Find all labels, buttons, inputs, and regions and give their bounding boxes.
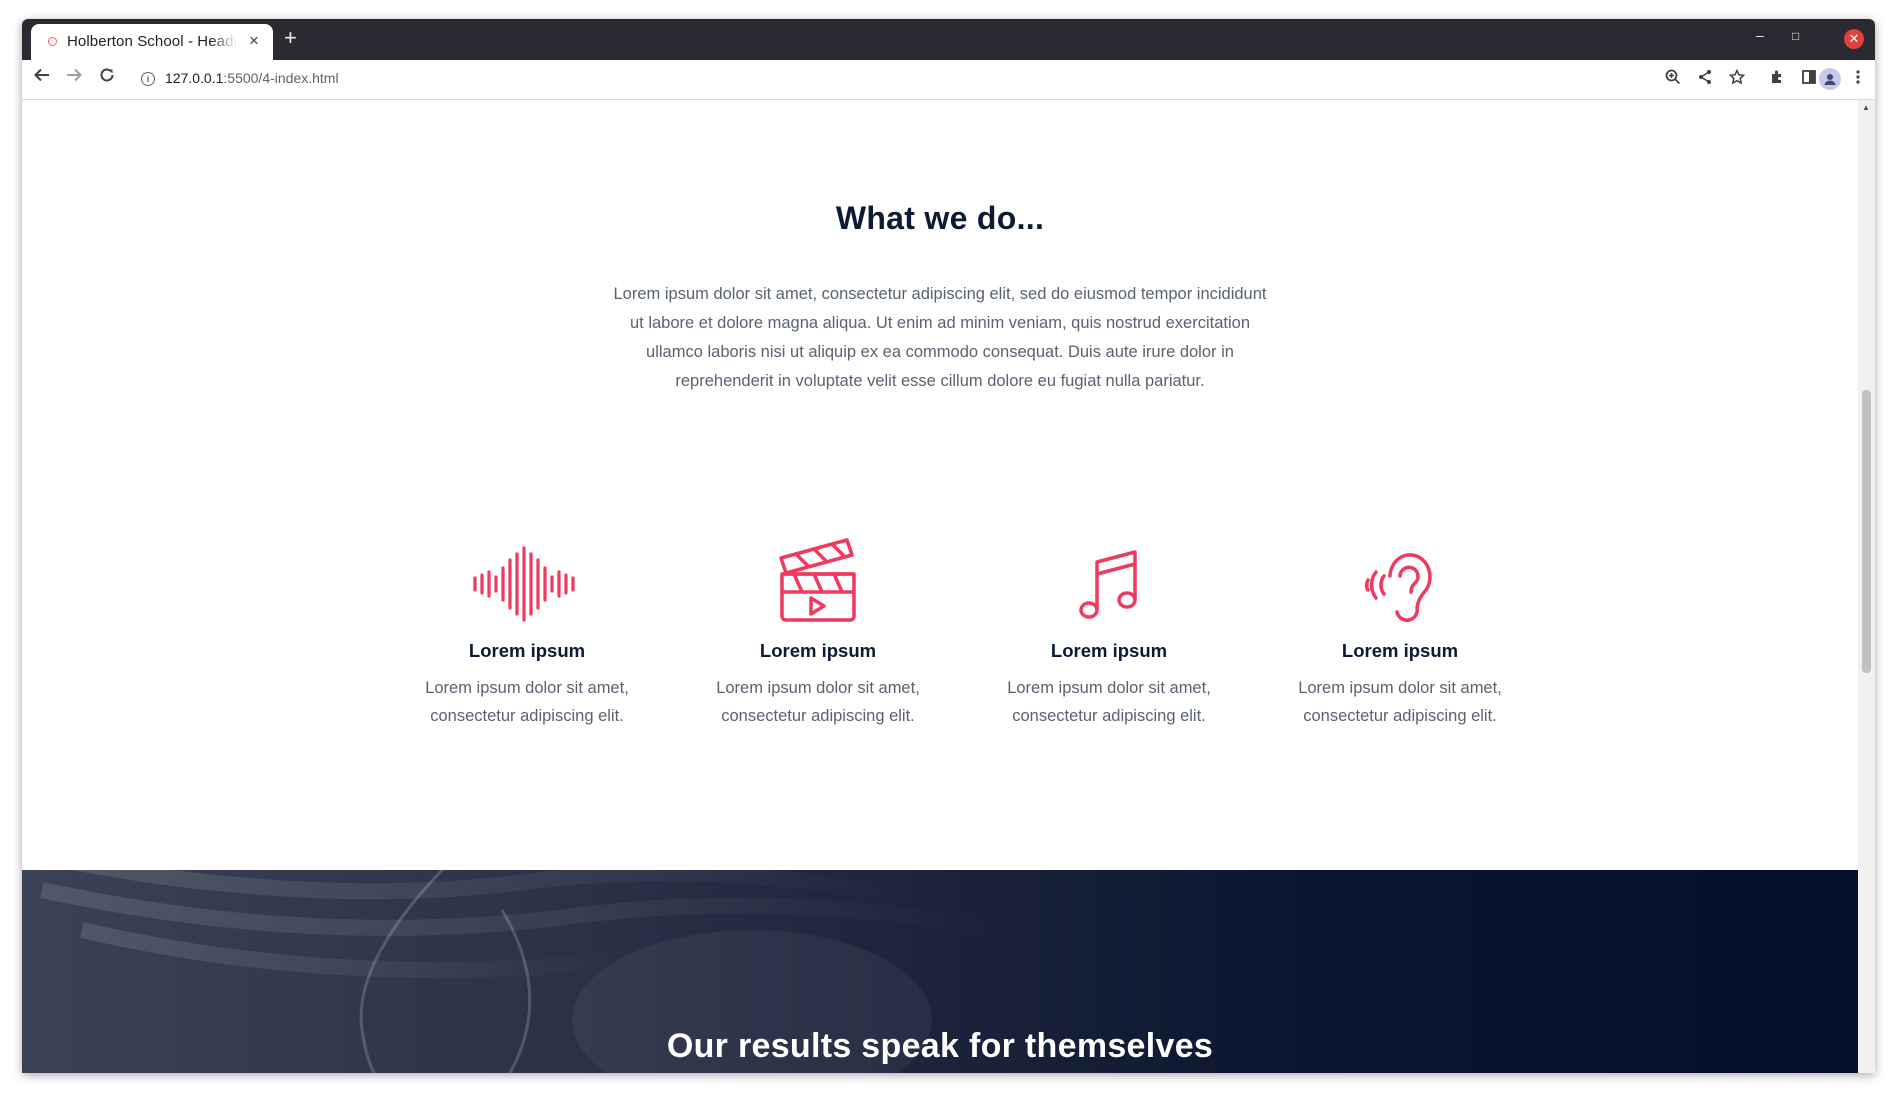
title-bar: Holberton School - Headphones × + – □ ✕: [22, 19, 1875, 60]
feature-card: Lorem ipsum Lorem ipsum dolor sit amet, …: [673, 538, 963, 730]
music-note-icon: [964, 540, 1254, 622]
zoom-icon[interactable]: [1665, 69, 1681, 90]
clapperboard-icon: [673, 538, 963, 622]
site-info-icon[interactable]: i: [141, 72, 155, 86]
tab-title: Holberton School - Headphones: [67, 33, 237, 50]
section-title: What we do...: [835, 200, 1045, 236]
minimize-button[interactable]: –: [1756, 27, 1764, 43]
favicon-icon: [48, 37, 57, 46]
forward-arrow-icon[interactable]: [65, 66, 83, 90]
browser-window: Holberton School - Headphones × + – □ ✕ …: [22, 19, 1875, 1073]
scroll-thumb[interactable]: [1862, 390, 1871, 673]
close-window-button[interactable]: ✕: [1844, 29, 1864, 49]
feature-text: Lorem ipsum dolor sit amet, consectetur …: [425, 679, 629, 725]
feature-text: Lorem ipsum dolor sit amet, consectetur …: [1007, 679, 1211, 725]
maximize-button[interactable]: □: [1792, 29, 1799, 43]
new-tab-button[interactable]: +: [284, 27, 297, 49]
profile-avatar-icon[interactable]: [1819, 68, 1841, 90]
results-title: Our results speak for themselves: [666, 1027, 1214, 1065]
feature-title: Lorem ipsum: [468, 640, 586, 661]
share-icon[interactable]: [1697, 69, 1713, 90]
reload-icon[interactable]: [98, 66, 116, 90]
back-arrow-icon[interactable]: [33, 66, 51, 90]
sound-wave-icon: [382, 540, 672, 622]
feature-text: Lorem ipsum dolor sit amet, consectetur …: [716, 679, 920, 725]
feature-title: Lorem ipsum: [1341, 640, 1459, 661]
side-panel-icon[interactable]: [1801, 69, 1817, 90]
ear-icon: [1255, 540, 1545, 622]
tab-close-icon[interactable]: ×: [249, 31, 259, 51]
results-banner: Our results speak for themselves: [22, 870, 1858, 1073]
feature-text: Lorem ipsum dolor sit amet, consectetur …: [1298, 679, 1502, 725]
feature-card: Lorem ipsum Lorem ipsum dolor sit amet, …: [964, 540, 1254, 730]
url-path: :5500/4-index.html: [223, 70, 339, 86]
menu-kebab-icon[interactable]: [1855, 69, 1861, 90]
address-bar[interactable]: 127.0.0.1:5500/4-index.html: [165, 70, 339, 86]
scrollbar[interactable]: ▲: [1858, 100, 1875, 1073]
extensions-icon[interactable]: [1769, 69, 1785, 90]
page-viewport: What we do... Lorem ipsum dolor sit amet…: [22, 100, 1858, 1073]
url-host: 127.0.0.1: [165, 70, 224, 86]
browser-toolbar: i 127.0.0.1:5500/4-index.html: [22, 60, 1875, 100]
scroll-up-arrow-icon[interactable]: ▲: [1862, 103, 1870, 112]
feature-title: Lorem ipsum: [1050, 640, 1168, 661]
feature-card: Lorem ipsum Lorem ipsum dolor sit amet, …: [1255, 540, 1545, 730]
feature-title: Lorem ipsum: [759, 640, 877, 661]
section-intro: Lorem ipsum dolor sit amet, consectetur …: [613, 285, 1267, 390]
browser-tab[interactable]: Holberton School - Headphones ×: [31, 24, 273, 60]
feature-card: Lorem ipsum Lorem ipsum dolor sit amet, …: [382, 540, 672, 730]
bookmark-star-icon[interactable]: [1728, 68, 1746, 90]
